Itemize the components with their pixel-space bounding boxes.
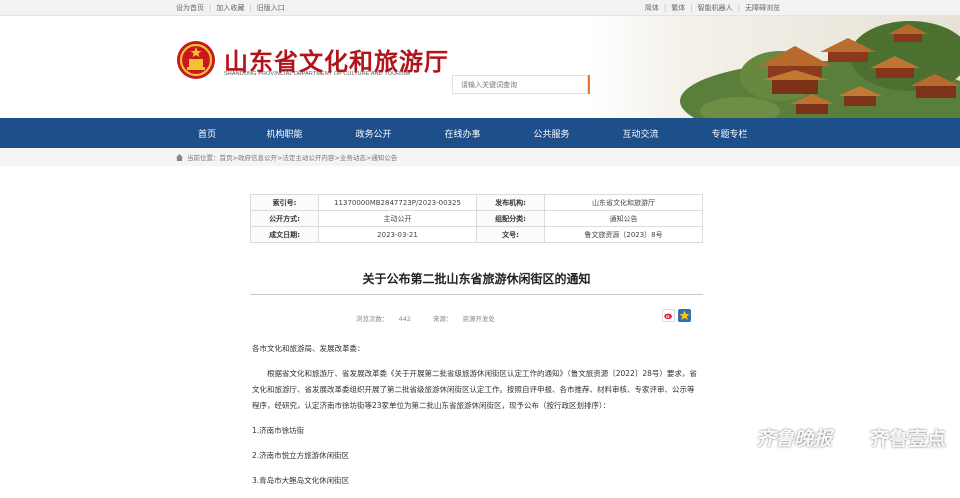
nav-public-services[interactable]: 公共服务 (507, 127, 596, 140)
watermark-qilu-yidian: 齐鲁壹点 (869, 428, 946, 450)
main-nav: 首页 机构职能 政务公开 在线办事 公共服务 互动交流 专题专栏 (0, 118, 960, 148)
list-item: 3.青岛市大鲍岛文化休闲街区 (252, 476, 350, 485)
meta-key: 组配分类: (476, 210, 545, 227)
meta-row: 成文日期: 2023-03-21 文号: 鲁文旅资源〔2023〕8号 (250, 226, 703, 243)
set-homepage-link[interactable]: 设为首页 (176, 3, 204, 13)
national-emblem-icon (177, 41, 215, 79)
favorite-star-icon[interactable] (678, 309, 691, 322)
meta-value: 鲁文旅资源〔2023〕8号 (544, 226, 703, 243)
simplified-chinese-link[interactable]: 简体 (645, 3, 659, 13)
meta-value: 主动公开 (318, 210, 477, 227)
meta-key: 成文日期: (250, 226, 319, 243)
article-title: 关于公布第二批山东省旅游休闲街区的通知 (362, 272, 591, 286)
nav-institution[interactable]: 机构职能 (240, 127, 329, 140)
article-stats: 浏览次数： 442 来源： 资源开发处 (356, 313, 515, 323)
article-paragraph: 根据省文化和旅游厅、省发展改革委《关于开展第二批省级旅游休闲街区认定工作的通知》… (252, 369, 697, 410)
site-subtitle: SHANDONG PROVINCIAL DEPARTMENT OF CULTUR… (224, 71, 411, 77)
meta-key: 发布机构: (476, 194, 545, 211)
list-item: 1.济南市徐坊街 (252, 426, 305, 435)
weibo-share-icon[interactable] (662, 309, 675, 322)
top-utility-bar: 设为首页 | 加入收藏 | 旧版入口 简体 | 繁体 | 智能机器人 | 无障碍… (0, 0, 960, 16)
nav-government-affairs[interactable]: 政务公开 (329, 127, 418, 140)
watermark-logo-icon (839, 428, 862, 447)
traditional-chinese-link[interactable]: 繁体 (671, 3, 685, 13)
meta-value: 山东省文化和旅游厅 (544, 194, 703, 211)
list-item: 2.济南市悦立方旅游休闲街区 (252, 451, 350, 460)
topbar-right-links: 简体 | 繁体 | 智能机器人 | 无障碍浏览 (644, 3, 780, 13)
watermark: 齐鲁晚报 齐鲁壹点 (756, 424, 946, 451)
meta-value: 2023-03-21 (318, 226, 477, 243)
meta-value: 11370000MB2847723P/2023-00325 (318, 194, 477, 211)
salutation: 各市文化和旅游局、发展改革委： (252, 344, 365, 353)
meta-row: 索引号: 11370000MB2847723P/2023-00325 发布机构:… (250, 194, 703, 211)
nav-special-topics[interactable]: 专题专栏 (685, 127, 774, 140)
source-label: 来源： (433, 315, 453, 323)
source-value: 资源开发处 (462, 315, 496, 323)
breadcrumb-path[interactable]: 首页>政府信息公开>法定主动公开内容>业务动态>通知公告 (220, 152, 398, 162)
breadcrumb: 当前位置： 首页>政府信息公开>法定主动公开内容>业务动态>通知公告 (0, 148, 960, 166)
site-header: 山东省文化和旅游厅 SHANDONG PROVINCIAL DEPARTMENT… (0, 16, 960, 118)
old-version-link[interactable]: 旧版入口 (257, 3, 285, 13)
accessibility-link[interactable]: 无障碍浏览 (745, 3, 780, 13)
breadcrumb-label: 当前位置： (187, 154, 220, 162)
nav-interaction[interactable]: 互动交流 (596, 127, 685, 140)
source: 来源： 资源开发处 (433, 315, 505, 323)
meta-key: 索引号: (250, 194, 319, 211)
share-buttons (662, 309, 691, 322)
meta-row: 公开方式: 主动公开 组配分类: 通知公告 (250, 210, 703, 227)
watermark-qilu-evening-news: 齐鲁晚报 (755, 428, 832, 450)
meta-key: 公开方式: (250, 210, 319, 227)
nav-home[interactable]: 首页 (176, 127, 240, 140)
temple-scenery-image (590, 16, 960, 118)
views: 浏览次数： 442 (356, 315, 421, 323)
meta-value: 通知公告 (544, 210, 703, 227)
views-count: 442 (398, 315, 411, 323)
add-favorite-link[interactable]: 加入收藏 (216, 3, 244, 13)
title-divider (250, 294, 703, 295)
document-meta-table: 索引号: 11370000MB2847723P/2023-00325 发布机构:… (250, 194, 703, 243)
home-icon (176, 153, 183, 161)
chatbot-link[interactable]: 智能机器人 (698, 3, 733, 13)
meta-key: 文号: (476, 226, 545, 243)
article-body: 各市文化和旅游局、发展改革委： 根据省文化和旅游厅、省发展改革委《关于开展第二批… (252, 341, 698, 498)
nav-online-services[interactable]: 在线办事 (418, 127, 507, 140)
topbar-left-links: 设为首页 | 加入收藏 | 旧版入口 (176, 3, 285, 13)
search-input[interactable] (452, 75, 588, 94)
views-label: 浏览次数： (356, 315, 389, 323)
